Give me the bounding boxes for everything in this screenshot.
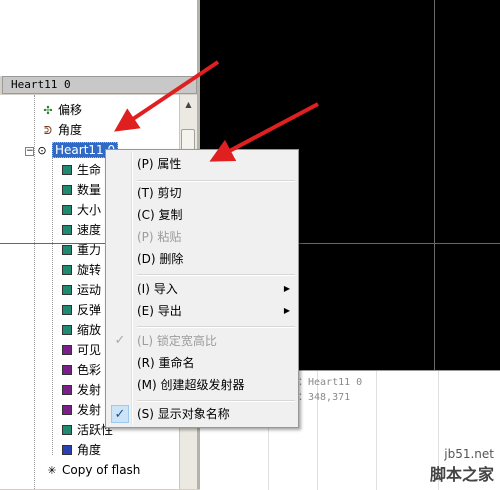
watermark-url: jb51.net	[444, 447, 494, 461]
annotation-arrow-2	[209, 102, 319, 162]
watermark: jb51.net 脚本之家	[376, 447, 494, 485]
annotation-arrows	[114, 60, 319, 162]
watermark-brand: 脚本之家	[429, 465, 494, 484]
annotation-arrow-1	[114, 60, 220, 132]
